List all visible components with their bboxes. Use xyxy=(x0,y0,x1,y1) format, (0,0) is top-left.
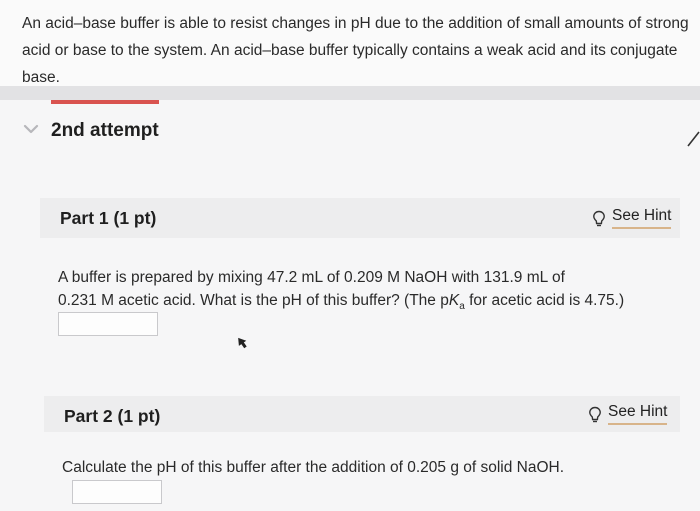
attempt-title[interactable]: 2nd attempt xyxy=(51,120,159,142)
lightbulb-icon xyxy=(593,210,605,226)
edge-pencil-icon xyxy=(687,131,700,147)
chevron-down-icon[interactable] xyxy=(22,122,40,136)
part2-hint-label[interactable]: See Hint xyxy=(608,403,668,425)
part2-question: Calculate the pH of this buffer after th… xyxy=(62,459,565,476)
lightbulb-icon xyxy=(589,406,601,422)
part1-question-line2-b: for acetic acid is 4.75.) xyxy=(464,292,625,309)
part2-title: Part 2 (1 pt) xyxy=(64,406,161,426)
part2-see-hint-button[interactable]: See Hint xyxy=(588,403,668,425)
part1-question-line2-a: 0.231 M acetic acid. What is the pH of t… xyxy=(58,292,449,309)
part1-answer-input[interactable] xyxy=(58,312,158,336)
mouse-cursor-icon xyxy=(238,337,247,349)
part1-question-line1: A buffer is prepared by mixing 47.2 mL o… xyxy=(58,269,565,286)
intro-panel: An acid–base buffer is able to resist ch… xyxy=(0,0,700,86)
section-divider xyxy=(0,86,700,100)
part1-hint-label[interactable]: See Hint xyxy=(612,207,672,229)
intro-text: An acid–base buffer is able to resist ch… xyxy=(22,15,689,86)
part1-title: Part 1 (1 pt) xyxy=(60,208,157,228)
part1-header: Part 1 (1 pt) See Hint xyxy=(40,198,680,238)
attempt-accent-bar xyxy=(51,100,159,104)
part2-answer-input[interactable] xyxy=(72,480,162,504)
part1-question: A buffer is prepared by mixing 47.2 mL o… xyxy=(58,266,624,318)
pka-k: K xyxy=(448,292,460,309)
part1-see-hint-button[interactable]: See Hint xyxy=(592,207,672,229)
part2-header: Part 2 (1 pt) See Hint xyxy=(44,396,680,432)
